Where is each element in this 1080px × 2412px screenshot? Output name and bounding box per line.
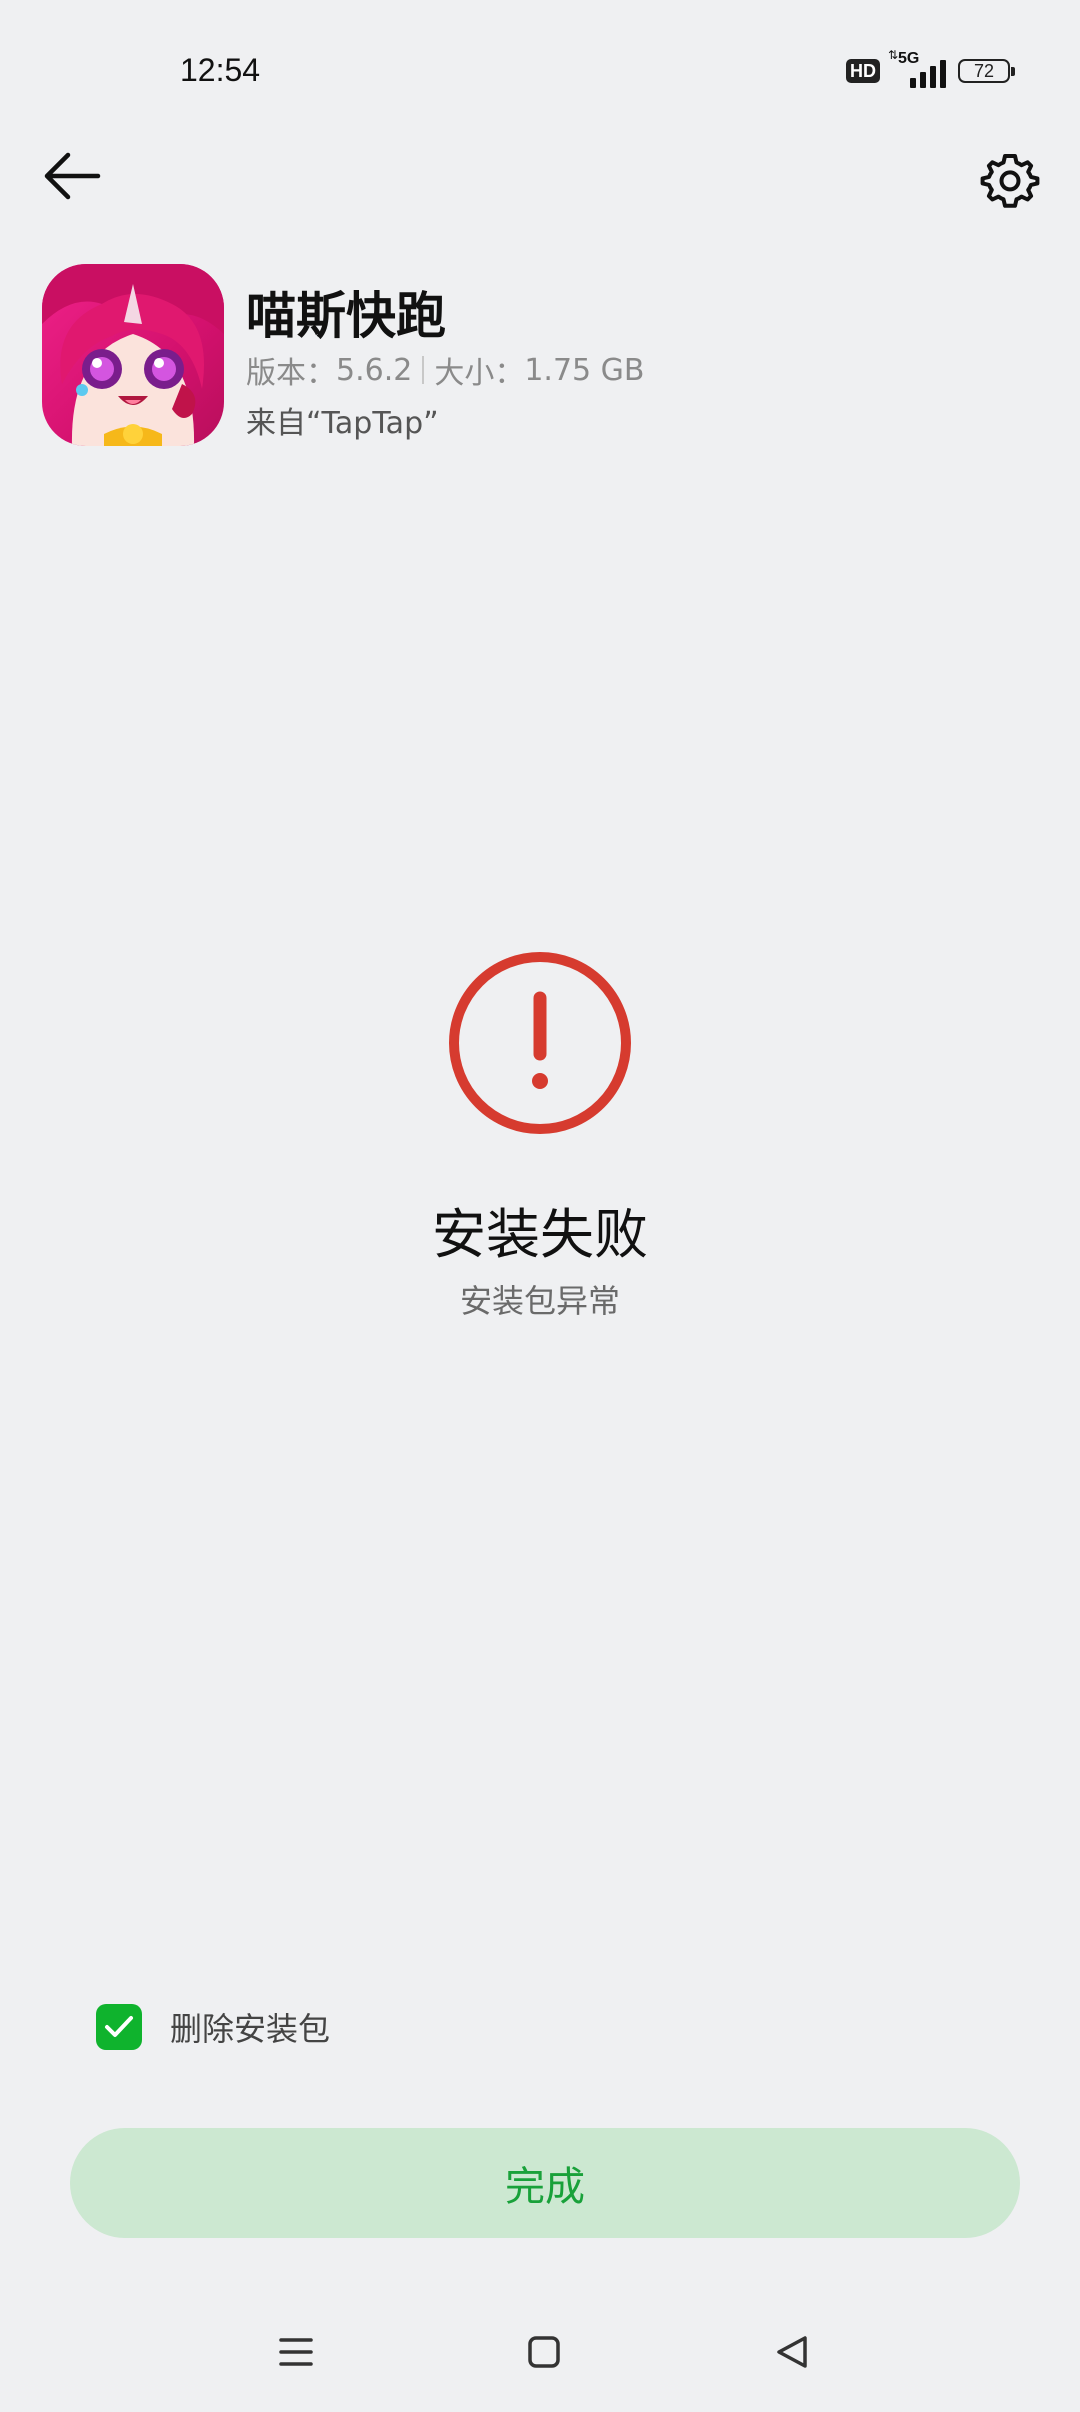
settings-button[interactable] [970,140,1050,220]
gear-icon [980,154,1040,208]
data-arrows-icon: ⇅ [888,48,899,62]
app-icon-artwork [42,264,224,446]
delete-package-option[interactable]: 删除安装包 [96,2002,330,2052]
home-square-icon [528,2336,560,2368]
app-meta: 版本： 5.6.2 大小： 1.75 GB [246,348,645,392]
app-header: 喵斯快跑 版本： 5.6.2 大小： 1.75 GB 来自“TapTap” [42,264,1042,448]
exclamation-circle-icon [449,952,631,1134]
menu-icon [279,2338,313,2366]
nav-home-button[interactable] [512,2320,576,2384]
version-label: 版本： [246,356,336,391]
app-source: 来自“TapTap” [246,406,439,441]
status-time: 12:54 [180,52,261,88]
size-label: 大小： [434,356,525,391]
nav-menu-button[interactable] [264,2320,328,2384]
size-value: 1.75 GB [524,352,645,388]
delete-package-checkbox[interactable] [96,2004,142,2050]
battery-level: 72 [973,60,995,81]
navigation-bar [0,2316,1080,2396]
app-name: 喵斯快跑 [246,287,446,345]
app-icon [42,264,224,446]
status-bar: 12:54 HD ⇅ 5G 72 [0,0,1080,130]
back-arrow-icon [44,152,101,200]
hd-badge: HD [846,59,880,83]
version-value: 5.6.2 [336,352,413,388]
delete-package-label: 删除安装包 [170,2010,331,2048]
nav-back-button[interactable] [760,2320,824,2384]
meta-divider [422,356,425,384]
status-icons: HD ⇅ 5G 72 [846,49,1015,88]
done-button[interactable]: 完成 [70,2128,1020,2238]
check-icon [105,2016,133,2037]
back-button[interactable] [36,140,108,212]
result-subtitle: 安装包异常 [459,1282,620,1320]
result-title: 安装失败 [432,1203,648,1266]
battery-icon: 72 [958,59,1015,83]
back-triangle-icon [777,2336,807,2368]
signal-icon: ⇅ 5G [888,49,946,88]
